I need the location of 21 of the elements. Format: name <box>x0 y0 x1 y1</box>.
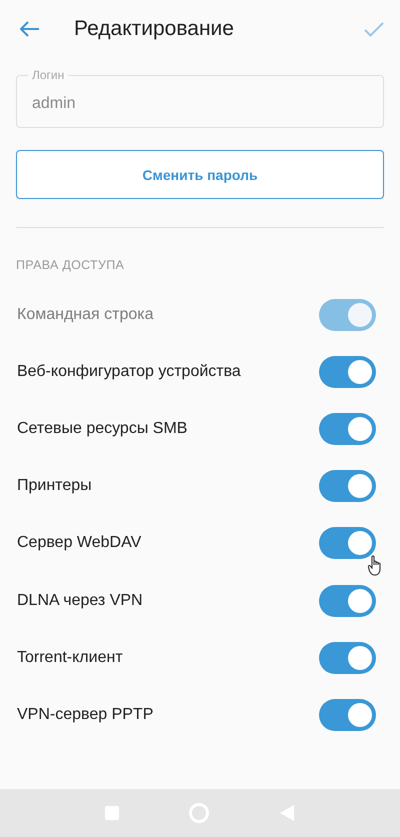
toggle-switch[interactable] <box>319 642 376 674</box>
permission-label: Командная строка <box>17 306 154 324</box>
toggle-switch[interactable] <box>319 470 376 502</box>
toggle-switch[interactable] <box>319 698 376 731</box>
permission-label: DLNA через VPN <box>17 592 143 610</box>
permission-label: Принтеры <box>17 477 92 496</box>
section-heading: ПРАВА ДОСТУПА <box>15 257 126 274</box>
permission-label: Сетевые ресурсы SMB <box>17 420 188 438</box>
toggle-switch[interactable] <box>319 584 376 617</box>
toggle-switch[interactable] <box>319 412 376 445</box>
field-label: Логин <box>28 68 68 82</box>
change-password-button[interactable]: Сменить пароль <box>16 150 384 199</box>
permission-label: Сервер WebDAV <box>17 534 142 552</box>
permission-label: Веб-конфигуратор устройства <box>17 362 241 381</box>
back-arrow-icon[interactable] <box>20 21 40 37</box>
permission-label: VPN-сервер PPTP <box>17 706 154 724</box>
checkmark-icon[interactable] <box>364 22 384 36</box>
toggle-switch[interactable] <box>319 527 376 560</box>
screen-title: Редактирование <box>74 17 235 41</box>
permission-label: Torrent-клиент <box>17 648 123 667</box>
toggle-switch[interactable] <box>319 356 376 388</box>
